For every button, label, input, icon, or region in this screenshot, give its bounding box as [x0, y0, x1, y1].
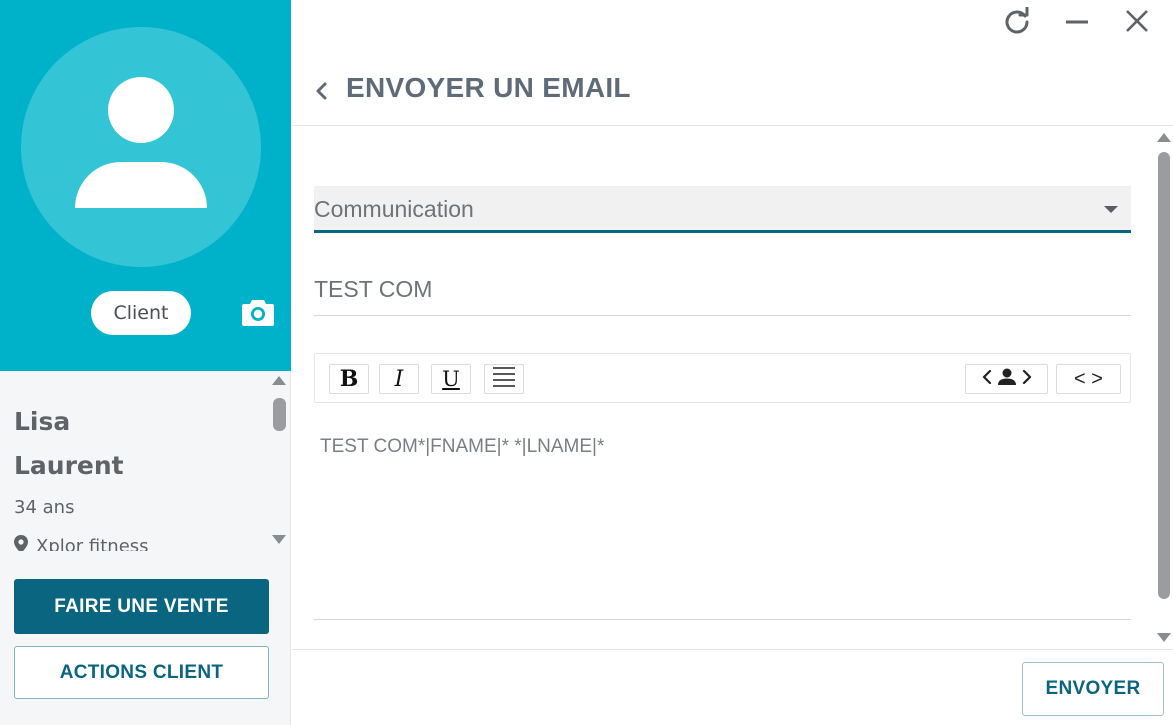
- client-info: Lisa Laurent 34 ans Xplor fitness: [0, 371, 268, 551]
- avatar-head-shape: [108, 77, 174, 143]
- sidebar-scroll-up-arrow[interactable]: [272, 376, 286, 385]
- status-badge: Client: [91, 291, 191, 335]
- editor-toolbar: B I U < >: [314, 353, 1131, 403]
- avatar-body-shape: [75, 162, 207, 208]
- client-first-name: Lisa: [14, 407, 71, 436]
- camera-icon[interactable]: [241, 297, 275, 327]
- page-title: ENVOYER UN EMAIL: [346, 72, 631, 103]
- back-chevron-icon[interactable]: [312, 80, 332, 102]
- sidebar-scroll-down-arrow[interactable]: [272, 535, 286, 544]
- template-select[interactable]: Communication: [314, 186, 1131, 233]
- email-body-text: TEST COM*|FNAME|* *|LNAME|*: [320, 436, 605, 457]
- close-icon[interactable]: [1122, 6, 1152, 36]
- page-header: ENVOYER UN EMAIL: [292, 60, 1173, 126]
- client-sidebar: Client Lisa Laurent 34 ans Xplor fitness…: [0, 0, 291, 725]
- profile-header: Client: [0, 0, 291, 371]
- send-button[interactable]: ENVOYER: [1022, 662, 1164, 716]
- client-actions-button[interactable]: ACTIONS CLIENT: [14, 646, 269, 699]
- make-sale-button[interactable]: FAIRE UNE VENTE: [14, 579, 269, 634]
- client-location: Xplor fitness: [14, 535, 149, 551]
- location-pin-icon: [14, 535, 28, 551]
- refresh-icon[interactable]: [1002, 6, 1032, 36]
- email-body-editor[interactable]: TEST COM*|FNAME|* *|LNAME|*: [314, 404, 1131, 620]
- sidebar-scrollbar-thumb[interactable]: [273, 398, 286, 431]
- chevron-down-icon: [1104, 206, 1118, 213]
- align-justify-icon: [492, 366, 516, 393]
- client-last-name: Laurent: [14, 451, 124, 480]
- minimize-icon[interactable]: [1062, 6, 1092, 36]
- client-location-text: Xplor fitness: [36, 536, 149, 551]
- source-code-button[interactable]: < >: [1056, 364, 1121, 394]
- content-scroll-down-arrow[interactable]: [1157, 633, 1171, 642]
- align-justify-button[interactable]: [484, 364, 524, 394]
- content-scrollbar-thumb[interactable]: [1158, 152, 1170, 599]
- template-select-value: Communication: [314, 196, 474, 222]
- subject-input[interactable]: [314, 274, 1131, 304]
- avatar[interactable]: [21, 27, 261, 267]
- person-tag-icon: [982, 366, 1032, 393]
- subject-field[interactable]: [314, 268, 1131, 316]
- client-age: 34 ans: [14, 497, 75, 518]
- underline-button[interactable]: U: [431, 364, 471, 394]
- content-scroll-up-arrow[interactable]: [1157, 133, 1171, 142]
- bold-button[interactable]: B: [329, 364, 369, 394]
- merge-field-button[interactable]: [965, 364, 1048, 394]
- italic-button[interactable]: I: [379, 364, 419, 394]
